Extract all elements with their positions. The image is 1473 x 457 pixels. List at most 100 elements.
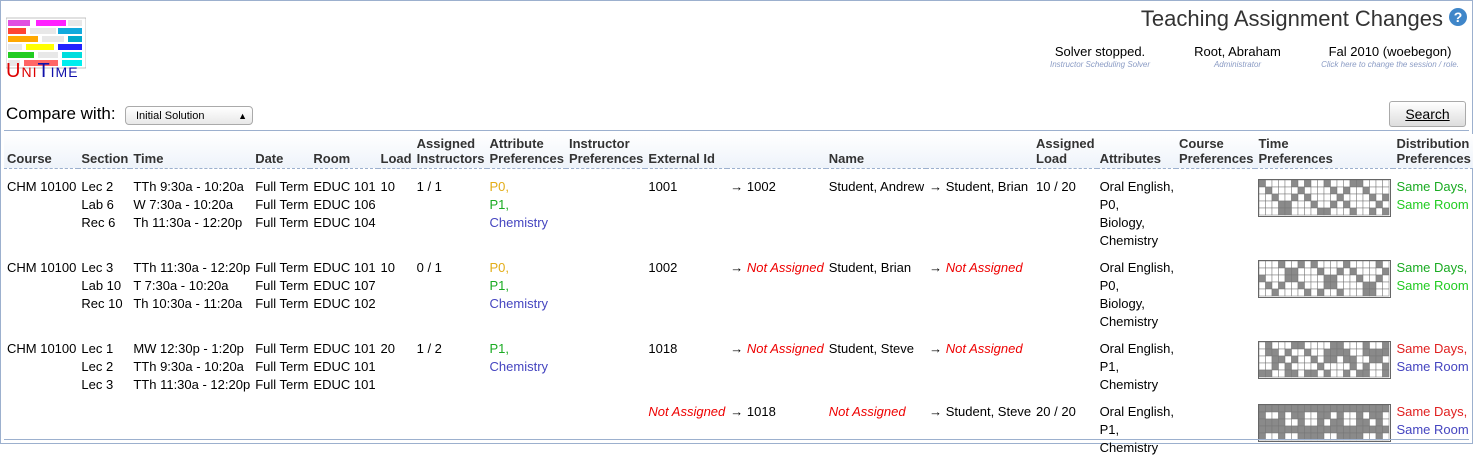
instructor-preferences-cell [566,169,645,251]
col-assigned-load[interactable]: Assigned Load [1033,134,1097,169]
section-cell-line: Lec 3 [81,377,114,392]
col-load[interactable]: Load [377,134,414,169]
attributes-cell-line: Oral English, [1099,404,1174,419]
section-cell-line: Lec 2 [81,179,114,194]
attributes-cell-line: Oral English, [1099,179,1174,194]
time-cell-line: T 7:30a - 10:20a [133,278,229,293]
solver-status[interactable]: Solver stopped. Instructor Scheduling So… [1045,44,1155,69]
table-row[interactable]: CHM 10100 Lec 3 Lab 10 Rec 10 TTh 11:30a - 1… [4,250,1473,331]
page-title: Teaching Assignment Changes [1140,6,1443,31]
attribute-preferences-cell: P0, P1, Chemistry [487,169,566,251]
date-cell-line: Full Term [255,359,309,374]
col-course-preferences[interactable]: Course Preferences [1175,134,1256,169]
attributes-cell-line: P0, [1099,278,1120,293]
compare-selected-value: Initial Solution [136,110,205,122]
col-instructor-preferences[interactable]: Instructor Preferences [565,134,646,169]
instructor-name-new-cell[interactable]: → Student, Brian [926,169,1033,251]
change-arrow: → [929,341,946,356]
room-cell: EDUC 101 EDUC 106 EDUC 104 [310,169,377,251]
time-preferences-cell [1255,394,1393,457]
distribution-preferences-cell: Same Days, Same Room [1393,250,1472,331]
attribute-preferences-cell-line: P1, [489,278,510,293]
attribute-preferences-cell-line: P0, [489,260,510,275]
table-row[interactable]: CHM 10100 Lec 2 Lab 6 Rec 6 TTh 9:30a - 10:2… [4,169,1473,251]
attribute-preferences-cell: P1, Chemistry [487,331,566,394]
section-cell: Lec 3 Lab 10 Rec 10 [78,250,130,331]
assigned-instructors-cell: 1 / 1 [416,179,442,194]
date-cell-line: Full Term [255,278,309,293]
table-header-row: Course Section Time Date Room Load Assig… [4,134,1473,169]
col-attribute-preferences[interactable]: Attribute Preferences [486,134,566,169]
distribution-preferences-cell-line: Same Room [1396,422,1469,437]
instructor-name-new-cell[interactable]: → Student, Steve [926,394,1033,457]
col-name[interactable]: Name [825,134,927,169]
course-preferences-cell [1176,331,1255,394]
attributes-cell-line: Oral English, [1099,341,1174,356]
room-cell: EDUC 101 EDUC 107 EDUC 102 [310,250,377,331]
col-attributes[interactable]: Attributes [1096,134,1176,169]
col-room[interactable]: Room [310,134,378,169]
time-cell [130,394,252,457]
attributes-cell-line: Chemistry [1099,314,1159,329]
col-external-id[interactable]: External Id [645,134,728,169]
col-distribution-preferences[interactable]: Distribution Preferences [1393,134,1473,169]
compare-select[interactable]: Initial Solution ▲ [125,106,253,125]
attributes-cell: Oral English, P1, Chemistry [1097,394,1176,457]
date-cell-line: Full Term [255,341,309,356]
instructor-name-cell[interactable]: Not Assigned [826,394,926,457]
col-assigned-instructors[interactable]: Assigned Instructors [413,134,487,169]
time-cell: MW 12:30p - 1:20p TTh 9:30a - 10:20a TTh 1… [130,331,252,394]
time-preferences-grid [1258,179,1392,217]
time-cell-line: TTh 9:30a - 10:20a [133,179,244,194]
attributes-cell-line: Oral English, [1099,260,1174,275]
attributes-cell-line: P1, [1099,422,1120,437]
course-cell: CHM 10100 [7,260,77,275]
attribute-preferences-cell-line: P0, [489,179,510,194]
room-cell-line: EDUC 104 [313,215,376,230]
date-cell-line: Full Term [255,179,309,194]
time-preferences-cell [1255,169,1393,251]
section-cell-line: Lec 3 [81,260,114,275]
session-status[interactable]: Fal 2010 (woebegon) Click here to change… [1310,44,1470,69]
time-cell: TTh 9:30a - 10:20a W 7:30a - 10:20a Th 11:… [130,169,252,251]
external-id-new-value: Not Assigned [746,341,824,356]
section-cell [78,394,130,457]
external-id-cell: 1001 [648,179,678,194]
section-cell-line: Lec 1 [81,341,114,356]
table-row[interactable]: CHM 10100 Lec 1 Lec 2 Lec 3 MW 12:30p - 1:20… [4,331,1473,394]
help-icon[interactable]: ? [1449,8,1467,26]
instructor-name-cell[interactable]: Student, Steve [826,331,926,394]
attributes-cell-line: P1, [1099,359,1120,374]
col-time-preferences[interactable]: Time Preferences [1255,134,1394,169]
room-cell-line: EDUC 101 [313,341,376,356]
time-cell-line: TTh 11:30a - 12:20p [133,260,251,275]
instructor-name-new-cell[interactable]: → Not Assigned [926,250,1033,331]
distribution-preferences-cell-line: Same Days, [1396,179,1468,194]
course-preferences-cell [1176,169,1255,251]
user-status[interactable]: Root, Abraham Administrator [1185,44,1290,69]
room-cell-line: EDUC 101 [313,179,376,194]
assigned-load-cell: 20 / 20 [1036,404,1076,419]
attributes-cell: Oral English, P0, Biology, Chemistry [1097,169,1176,251]
compare-label: Compare with: [6,104,116,123]
time-cell-line: Th 11:30a - 12:20p [133,215,243,230]
col-date[interactable]: Date [252,134,311,169]
distribution-preferences-cell: Same Days, Same Room [1393,331,1472,394]
col-time[interactable]: Time [130,134,253,169]
time-preferences-cell [1255,250,1393,331]
external-id-new-cell: → 1018 [727,394,825,457]
header-separator [4,130,1469,131]
instructor-name-cell[interactable]: Student, Brian [826,250,926,331]
instructor-name-new-value: Not Assigned [945,341,1023,356]
instructor-name-new-cell[interactable]: → Not Assigned [926,331,1033,394]
col-course[interactable]: Course [4,134,79,169]
instructor-name-new-value: Student, Steve [945,404,1032,419]
assigned-load-cell [1033,250,1097,331]
search-button[interactable]: Search [1389,101,1466,127]
col-section[interactable]: Section [78,134,131,169]
time-cell-line: TTh 9:30a - 10:20a [133,359,244,374]
table-row[interactable]: Not Assigned → 1018 Not Assigned → Student,… [4,394,1473,457]
external-id-new-value: 1002 [746,179,776,194]
time-preferences-cell [1255,331,1393,394]
instructor-name-cell[interactable]: Student, Andrew [826,169,926,251]
